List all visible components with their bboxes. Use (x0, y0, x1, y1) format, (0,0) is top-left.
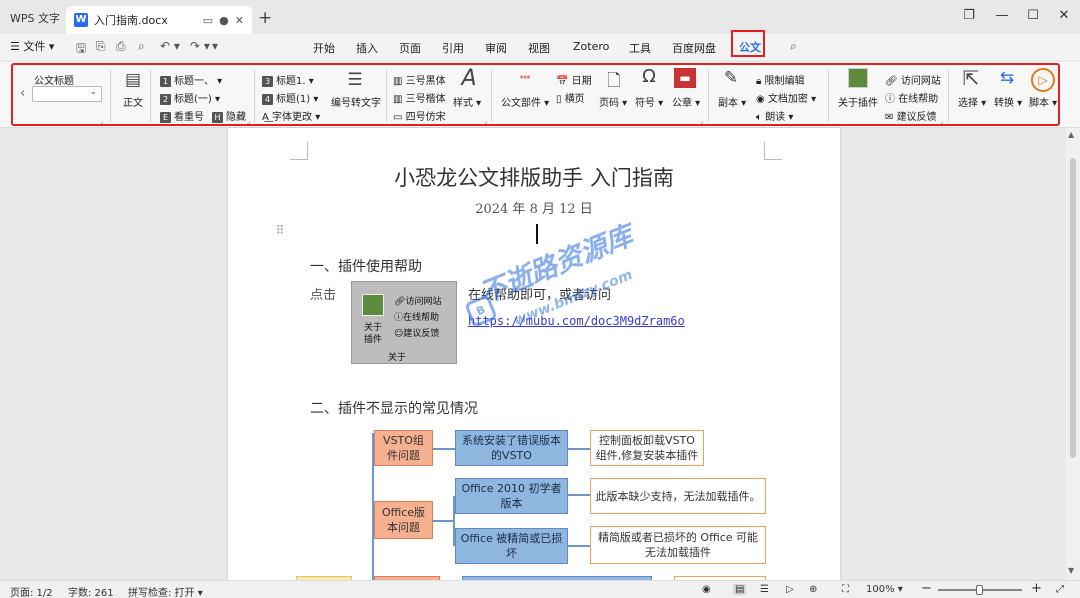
link-icon: 🔗︎ (394, 297, 406, 307)
scrollbar-thumb[interactable] (1070, 158, 1076, 458)
tab-review[interactable]: 审阅 (485, 40, 507, 56)
minimize-button[interactable]: — (990, 8, 1014, 23)
flow-node-vsto-problem: VSTO组件问题 (374, 430, 433, 466)
panel-visit: 🔗︎访问网站 (394, 297, 442, 307)
zoom-out-button[interactable]: − (921, 581, 932, 596)
zoom-slider-knob[interactable] (976, 585, 983, 595)
margin-corner-mark (764, 142, 782, 160)
eye-protect-icon[interactable]: ◉ (702, 584, 711, 595)
section-heading-1: 一、插件使用帮助 (310, 259, 422, 275)
app-tab[interactable]: WPS 文字 (6, 6, 64, 32)
monitor-icon[interactable]: ▭ (203, 14, 213, 27)
title-bar: WPS 文字 W 入门指南.docx ▭ ● ✕ + ❐ — ☐ ✕ (0, 0, 1080, 36)
panel-help: ⓘ在线帮助 (394, 313, 440, 323)
document-page[interactable]: 小恐龙公文排版助手 入门指南 2024 年 8 月 12 日 ⠿ 一、插件使用帮… (228, 128, 840, 584)
tab-page[interactable]: 页面 (399, 40, 421, 56)
flow-connector (568, 448, 590, 450)
print-preview-icon[interactable]: ⌕ (138, 39, 145, 54)
panel-group-label: 关于 (388, 353, 407, 363)
tab-insert[interactable]: 插入 (356, 40, 378, 56)
scroll-down-icon[interactable]: ▼ (1068, 566, 1074, 575)
menu-bar: ☰ 文件 ▾ 🖫 ⎘ ⎙ ⌕ ↶ ▾ ↷ ▾ ▾ 开始 插入 页面 引用 审阅 … (0, 34, 1080, 60)
flow-connector (433, 448, 455, 450)
word-count[interactable]: 字数: 261 (68, 584, 114, 598)
spell-check-toggle[interactable]: 拼写检查: 打开 ▾ (128, 584, 203, 598)
file-menu[interactable]: ☰ 文件 ▾ (10, 38, 54, 54)
flow-node-vsto-cause: 系统安装了错误版本的VSTO (455, 430, 568, 466)
flow-node-office-fix2: 精简版或者已损坏的 Office 可能无法加载插件 (590, 526, 766, 564)
new-tab-button[interactable]: + (258, 8, 272, 28)
margin-corner-mark (290, 142, 308, 160)
active-tab-highlight (731, 30, 765, 57)
document-title: 小恐龙公文排版助手 入门指南 (394, 166, 674, 190)
fit-page-icon[interactable]: ⛶ (842, 584, 849, 595)
save-icon[interactable]: 🖫 (76, 39, 86, 60)
flow-node-office-cause2: Office 被精简或已损坏 (455, 528, 568, 564)
redo-icon[interactable]: ↷ ▾ (190, 39, 210, 53)
zoom-in-button[interactable]: + (1031, 581, 1042, 596)
flow-connector (568, 494, 590, 496)
text-caret (536, 224, 538, 244)
tab-zotero[interactable]: Zotero (573, 40, 609, 53)
para1-prefix: 点击 (310, 288, 337, 303)
tab-view[interactable]: 视图 (528, 40, 550, 56)
document-tab-label: 入门指南.docx (94, 14, 168, 27)
export-icon[interactable]: ⎘ (96, 39, 106, 54)
flow-node-vsto-fix: 控制面板卸载VSTO组件,修复安装本插件 (590, 430, 704, 466)
web-view-icon[interactable]: ⊕ (809, 584, 817, 595)
tab-baidu-netdisk[interactable]: 百度网盘 (672, 40, 716, 56)
section-heading-2: 二、插件不显示的常见情况 (310, 401, 478, 417)
flow-connector (433, 520, 453, 522)
panel-feedback: ☺建议反馈 (394, 329, 440, 339)
document-tab[interactable]: W 入门指南.docx ▭ ● ✕ (66, 6, 252, 34)
zoom-level[interactable]: 100% ▾ (866, 584, 903, 595)
flow-node-office-fix1: 此版本缺少支持，无法加载插件。 (590, 478, 766, 514)
undo-icon[interactable]: ↶ ▾ (160, 39, 180, 53)
status-bar: 页面: 1/2 字数: 261 拼写检查: 打开 ▾ ◉ ▤ ☰ ▷ ⊕ ⛶ 1… (0, 580, 1080, 598)
flow-node-office-problem: Office版本问题 (374, 501, 433, 539)
page-count[interactable]: 页面: 1/2 (10, 584, 53, 598)
play-icon[interactable]: ▷ (786, 584, 794, 595)
page-view-icon[interactable]: ▤ (733, 584, 747, 595)
tab-home[interactable]: 开始 (313, 40, 335, 56)
wps-writer-icon: W (74, 13, 88, 27)
panel-plugin-text: 插件 (364, 335, 383, 345)
flow-connector (568, 545, 590, 547)
ribbon-highlight (11, 63, 1060, 126)
feedback-icon: ☺ (394, 329, 404, 339)
quick-access-more-icon[interactable]: ▾ (212, 39, 218, 53)
help-icon: ⓘ (394, 313, 404, 323)
outline-view-icon[interactable]: ☰ (760, 584, 769, 595)
modified-dot-icon: ● (219, 13, 229, 27)
help-link[interactable]: https://mubu.com/doc3M9dZram6o (468, 314, 685, 328)
close-tab-icon[interactable]: ✕ (235, 14, 244, 27)
tab-tools[interactable]: 工具 (629, 40, 651, 56)
plugin-about-panel-image: 关于 插件 🔗︎访问网站 ⓘ在线帮助 ☺建议反馈 关于 (351, 281, 457, 364)
drag-handle-icon[interactable]: ⠿ (276, 224, 284, 237)
tile-window-icon[interactable]: ❐ (957, 8, 981, 23)
vertical-scrollbar[interactable]: ▲ ▼ (1066, 128, 1080, 580)
dinosaur-plugin-icon (362, 294, 384, 316)
document-date: 2024 年 8 月 12 日 (475, 202, 593, 217)
scroll-up-icon[interactable]: ▲ (1068, 130, 1074, 139)
maximize-button[interactable]: ☐ (1021, 8, 1045, 23)
print-icon[interactable]: ⎙ (116, 39, 126, 54)
search-icon[interactable]: ⌕ (790, 39, 797, 54)
close-window-button[interactable]: ✕ (1052, 8, 1076, 23)
fullscreen-icon[interactable]: ⤢ (1056, 584, 1064, 595)
flow-node-office-cause1: Office 2010 初学者版本 (455, 478, 568, 514)
tab-references[interactable]: 引用 (442, 40, 464, 56)
